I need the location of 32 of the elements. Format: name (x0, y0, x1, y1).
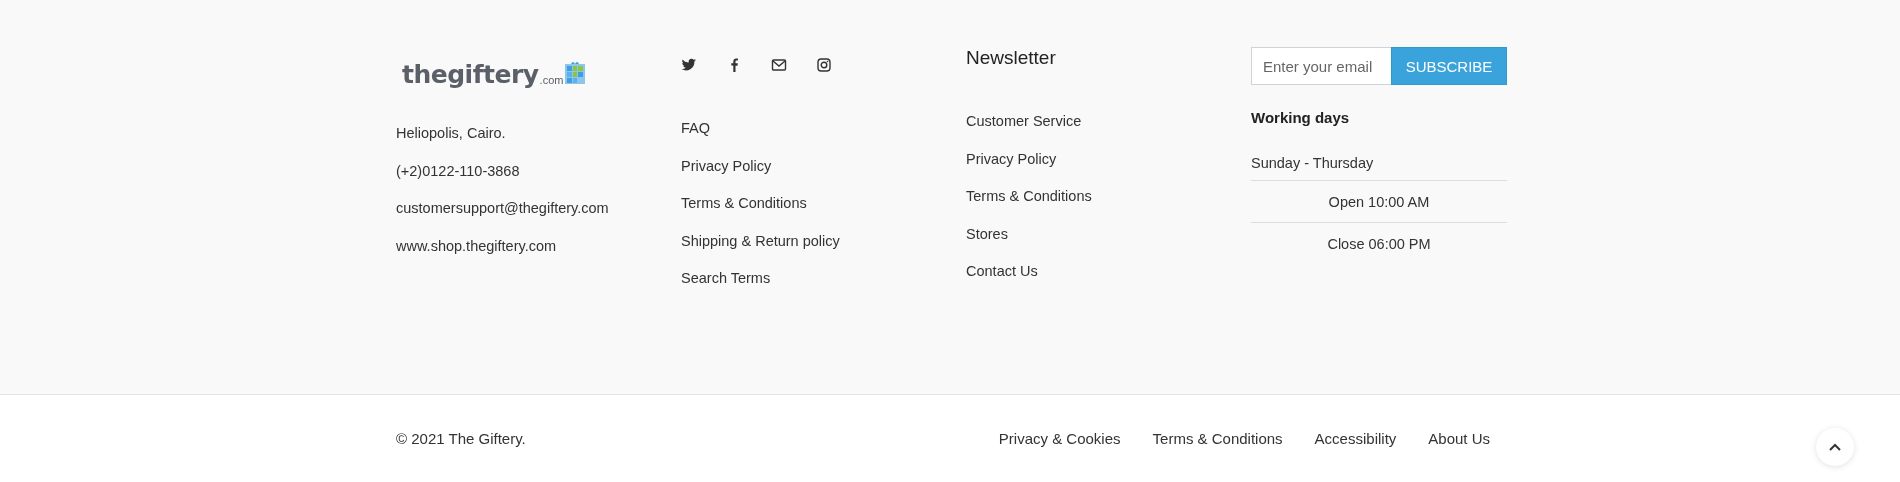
footer-link[interactable]: Privacy & Cookies (998, 428, 1121, 449)
contact-text: www.shop.thegiftery.com (396, 236, 557, 256)
camera-icon[interactable] (816, 57, 832, 73)
envelope-icon[interactable] (771, 57, 787, 73)
footer-link[interactable]: Customer Service (966, 111, 1082, 132)
hours-text: Open 10:00 AM (1328, 192, 1430, 212)
footer-link[interactable]: Contact Us (966, 261, 1038, 282)
copyright-text: © 2021 The Giftery. (396, 428, 526, 449)
logo-text: thegiftery (402, 60, 539, 90)
footer-link[interactable]: Terms & Conditions (681, 193, 807, 214)
footer-link[interactable]: Privacy Policy (681, 155, 772, 176)
footer-link[interactable]: Accessibility (1314, 428, 1397, 449)
footer-link[interactable]: Stores (966, 223, 1008, 244)
email-field[interactable]: Enter your email (1251, 47, 1391, 85)
footer-link[interactable]: Terms & Conditions (1152, 428, 1283, 449)
contact-text: (+2)0122-110-3868 (396, 161, 520, 181)
days-text: Sunday - Thursday (1251, 154, 1374, 173)
footer-link[interactable]: Privacy Policy (966, 148, 1057, 169)
working-days-heading: Working days (1251, 108, 1350, 128)
newsletter-heading: Newsletter (966, 46, 1056, 70)
bird-icon[interactable] (681, 57, 697, 73)
contact-text: Heliopolis, Cairo. (396, 124, 506, 143)
hours-text: Close 06:00 PM (1327, 234, 1431, 254)
logo-suffix: .com (539, 73, 564, 87)
footer-link[interactable]: FAQ (681, 118, 710, 139)
footer-link[interactable]: About Us (1428, 428, 1490, 449)
chevron-up-icon (1829, 443, 1841, 451)
footer-link[interactable]: Search Terms (681, 268, 771, 289)
footer-link[interactable]: Shipping & Return policy (681, 230, 840, 251)
contact-text: customersupport@thegiftery.com (396, 199, 609, 218)
footer-link[interactable]: Terms & Conditions (966, 186, 1092, 207)
gift-icon (565, 60, 586, 84)
